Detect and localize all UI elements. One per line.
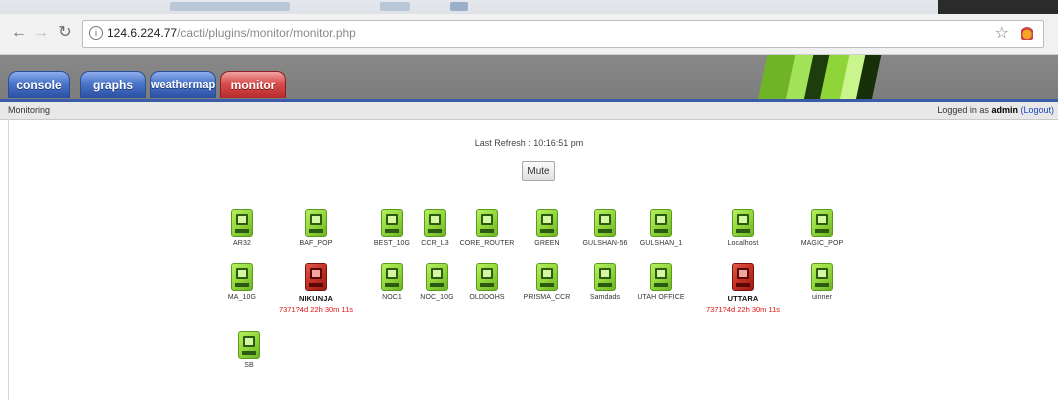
device-status-icon[interactable]: [732, 209, 754, 237]
blurred-tab: [170, 2, 290, 11]
back-arrow-icon[interactable]: ←: [10, 24, 28, 42]
tab-monitor[interactable]: monitor: [220, 71, 286, 98]
cacti-logo-graphic: [752, 55, 887, 99]
device-downtime: 7371?4d 22h 30m 11s: [278, 305, 354, 314]
cacti-header: console graphs weathermap monitor: [0, 55, 1058, 99]
browser-toolbar: ← → ↻ i 124.6.224.77/cacti/plugins/monit…: [0, 14, 1058, 55]
tab-graphs[interactable]: graphs: [80, 71, 146, 98]
last-refresh-text: Last Refresh : 10:16:51 pm: [474, 138, 584, 148]
bookmark-star-icon[interactable]: ☆: [995, 23, 1009, 43]
device-name: SB: [244, 362, 254, 369]
device-sb[interactable]: SB: [194, 331, 304, 369]
tab-console[interactable]: console: [8, 71, 70, 98]
breadcrumb-current: Monitoring: [8, 105, 51, 115]
device-status-icon[interactable]: [650, 209, 672, 237]
login-status: Logged in as admin (Logout): [937, 105, 1054, 115]
device-status-icon[interactable]: [811, 209, 833, 237]
window-controls-area: [938, 0, 1058, 14]
login-prefix: Logged in as: [937, 105, 989, 115]
blurred-tab: [450, 2, 468, 11]
url-path: /cacti/plugins/monitor/monitor.php: [177, 26, 356, 40]
device-status-icon[interactable]: [732, 263, 754, 291]
mute-button[interactable]: Mute: [522, 161, 555, 181]
device-name: MAGIC_POP: [800, 240, 844, 247]
logout-link[interactable]: (Logout): [1020, 105, 1054, 115]
breadcrumb: Monitoring Logged in as admin (Logout): [0, 102, 1058, 120]
forward-arrow-icon[interactable]: →: [32, 24, 50, 42]
url-text: 124.6.224.77/cacti/plugins/monitor/monit…: [107, 26, 356, 40]
device-status-icon[interactable]: [238, 331, 260, 359]
reload-icon[interactable]: ↻: [56, 24, 74, 42]
login-user: admin: [991, 105, 1018, 115]
device-status-icon[interactable]: [650, 263, 672, 291]
device-status-icon[interactable]: [231, 209, 253, 237]
tab-weathermap[interactable]: weathermap: [150, 71, 216, 98]
device-status-icon[interactable]: [305, 263, 327, 291]
device-downtime: 7371?4d 22h 30m 11s: [705, 305, 781, 314]
device-status-icon[interactable]: [231, 263, 253, 291]
blurred-tab: [380, 2, 410, 11]
url-host: 124.6.224.77: [107, 26, 178, 40]
content-border: [8, 119, 9, 400]
browser-tab-strip: [0, 0, 1058, 14]
device-magic-pop[interactable]: MAGIC_POP: [767, 209, 877, 247]
device-status-icon[interactable]: [305, 209, 327, 237]
address-bar[interactable]: i 124.6.224.77/cacti/plugins/monitor/mon…: [82, 20, 1044, 48]
device-status-icon[interactable]: [811, 263, 833, 291]
device-name: uinner: [811, 294, 833, 301]
extension-icon[interactable]: [1021, 26, 1033, 40]
info-icon[interactable]: i: [89, 26, 103, 40]
device-uinner[interactable]: uinner: [767, 263, 877, 301]
